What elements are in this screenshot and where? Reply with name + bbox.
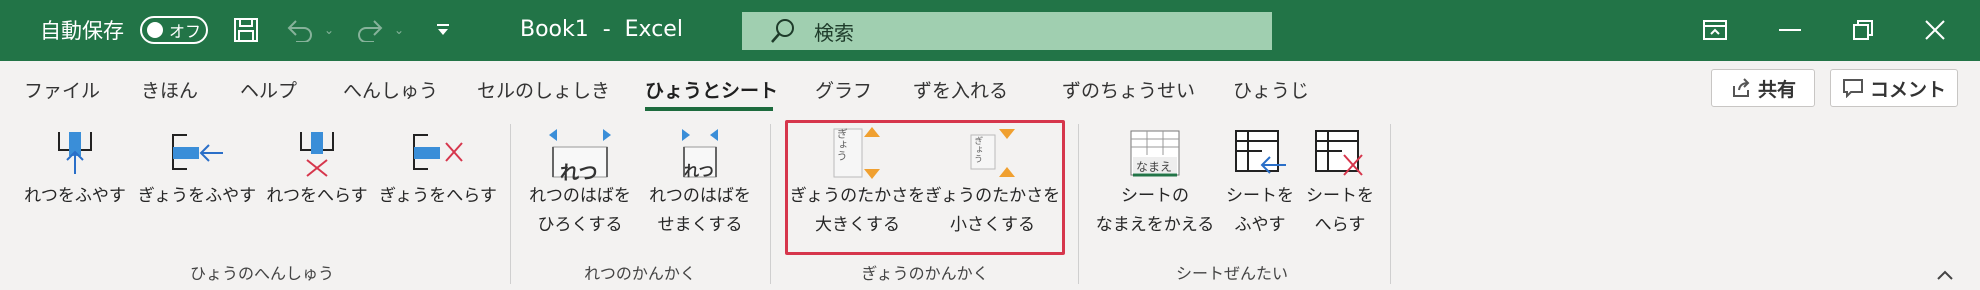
autosave-label: 自動保存 <box>40 19 124 43</box>
search-box[interactable]: 検索 <box>742 12 1272 50</box>
share-label: 共有 <box>1757 78 1796 101</box>
comment-label: コメント <box>1869 78 1946 101</box>
search-icon <box>771 19 794 43</box>
rename-sheet-label: シートの なまえをかえる <box>1095 186 1215 235</box>
highlight-box <box>785 120 1065 255</box>
toggle-knob <box>147 22 163 38</box>
insert-row-label: ぎょうをふやす <box>137 186 257 206</box>
column-icon-text: れつ <box>560 162 598 184</box>
redo-icon[interactable] <box>355 16 385 44</box>
delete-row-button[interactable]: ぎょうをへらす <box>376 124 500 211</box>
delete-sheet-button[interactable]: シートを へらす <box>1300 124 1380 240</box>
delete-column-icon <box>277 124 357 182</box>
group-separator <box>510 124 511 284</box>
restore-icon[interactable] <box>1848 16 1878 44</box>
share-icon <box>1732 78 1750 97</box>
undo-dropdown-icon[interactable]: ⌄ <box>322 18 336 42</box>
narrow-column-label: れつのはばを せまくする <box>649 186 751 235</box>
group-label-row-spacing: ぎょうのかんかく <box>861 264 989 283</box>
widen-column-label: れつのはばを ひろくする <box>529 186 631 235</box>
delete-column-label: れつをへらす <box>266 186 368 206</box>
comment-icon <box>1842 79 1863 98</box>
group-separator <box>770 124 771 284</box>
share-button[interactable]: 共有 <box>1711 69 1815 107</box>
tab-figure-adjust[interactable]: ずのちょうせい <box>1062 72 1195 106</box>
tab-table-and-sheet[interactable]: ひょうとシート <box>645 72 778 106</box>
group-label-table-edit: ひょうのへんしゅう <box>189 264 335 283</box>
search-placeholder: 検索 <box>814 20 854 45</box>
narrow-column-button[interactable]: れつのはばを せまくする <box>640 124 760 240</box>
save-icon[interactable] <box>232 16 260 44</box>
insert-row-button[interactable]: ぎょうをふやす <box>135 124 259 211</box>
delete-row-icon <box>398 124 478 182</box>
tab-help[interactable]: ヘルプ <box>240 72 297 106</box>
autosave-toggle[interactable]: オフ <box>140 16 208 44</box>
delete-column-button[interactable]: れつをへらす <box>262 124 372 211</box>
delete-sheet-label: シートを へらす <box>1306 186 1374 235</box>
insert-sheet-label: シートを ふやす <box>1226 186 1294 235</box>
group-label-sheet-ops: シートぜんたい <box>1175 264 1289 283</box>
undo-icon[interactable] <box>285 16 315 44</box>
tab-edit[interactable]: へんしゅう <box>343 72 438 106</box>
minimize-icon[interactable] <box>1775 16 1805 44</box>
active-tab-underline <box>645 107 773 111</box>
insert-column-icon <box>35 124 115 182</box>
document-title: Book1 - Excel <box>520 16 683 42</box>
tab-file[interactable]: ファイル <box>24 72 100 106</box>
delete-sheet-icon <box>1300 124 1380 182</box>
insert-sheet-button[interactable]: シートを ふやす <box>1220 124 1300 240</box>
tab-cell-format[interactable]: セルのしょしき <box>477 72 610 106</box>
close-icon[interactable] <box>1920 16 1950 44</box>
group-separator <box>1390 124 1391 284</box>
group-separator <box>1078 124 1079 284</box>
ribbon-display-options-icon[interactable] <box>1700 16 1730 44</box>
tab-home[interactable]: きほん <box>141 72 198 106</box>
insert-column-button[interactable]: れつをふやす <box>20 124 130 211</box>
collapse-ribbon-icon[interactable] <box>1936 266 1956 282</box>
redo-dropdown-icon[interactable]: ⌄ <box>392 18 406 42</box>
comment-button[interactable]: コメント <box>1830 69 1958 107</box>
insert-column-label: れつをふやす <box>24 186 126 206</box>
delete-row-label: ぎょうをへらす <box>379 186 497 206</box>
column-icon-text-small: れつ <box>684 162 714 180</box>
rename-sheet-button[interactable]: シートの なまえをかえる <box>1090 124 1220 240</box>
tab-insert-figure[interactable]: ずを入れる <box>913 72 1008 106</box>
group-label-column-spacing: れつのかんかく <box>584 264 696 283</box>
tab-chart[interactable]: グラフ <box>815 72 872 106</box>
insert-row-icon <box>157 124 237 182</box>
tab-view[interactable]: ひょうじ <box>1233 72 1309 106</box>
autosave-state: オフ <box>169 22 202 41</box>
sheet-name-icon-text: なまえ <box>1136 160 1173 174</box>
title-bar: 自動保存 オフ ⌄ ⌄ Book1 - Excel 検索 <box>0 0 1980 61</box>
customize-qat-icon[interactable] <box>432 16 454 44</box>
insert-sheet-icon <box>1220 124 1300 182</box>
